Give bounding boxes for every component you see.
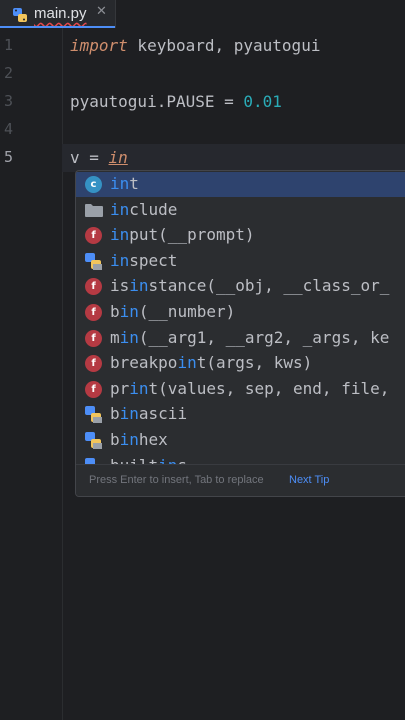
completion-match: in — [110, 225, 130, 245]
completion-item[interactable]: f min(__arg1, __arg2, _args, ke — [76, 326, 405, 351]
editor-tab-bar: main.py ✕ — [0, 0, 405, 28]
completion-match: in — [119, 430, 139, 449]
tab-label: main.py — [34, 5, 87, 22]
typed-text: in — [108, 148, 128, 167]
completion-match: in — [177, 353, 197, 373]
completion-item-label: inspect — [110, 251, 177, 270]
completion-match: in — [119, 404, 139, 424]
completion-suffix: t(values, sep, end, file, — [148, 378, 390, 398]
completion-suffix: (__number) — [138, 302, 236, 321]
completion-item-label: breakpoint(args, kws) — [110, 353, 312, 372]
assignment-target: v = — [70, 148, 109, 167]
completion-item[interactable]: c int — [76, 172, 405, 197]
completion-prefix: m — [110, 327, 120, 347]
next-tip-link[interactable]: Next Tip — [289, 474, 329, 486]
completion-item[interactable]: f input(__prompt) — [76, 223, 405, 248]
import-names: keyboard, pyautogui — [127, 36, 321, 55]
completion-item-label: binascii — [110, 404, 187, 423]
function-icon: f — [85, 227, 102, 245]
completion-suffix: put(__prompt) — [129, 225, 255, 245]
completion-item[interactable]: binascii — [76, 402, 405, 427]
completion-prefix: b — [110, 404, 120, 424]
completion-list[interactable]: c int include f input(__prompt) inspect f isins… — [76, 171, 405, 464]
folder-icon — [85, 203, 103, 217]
completion-item-label: input(__prompt) — [110, 225, 255, 244]
completion-hint: Press Enter to insert, Tab to replace — [89, 474, 264, 486]
function-icon: f — [85, 380, 102, 398]
python-file-icon — [13, 8, 27, 22]
python-module-icon — [85, 252, 102, 270]
number-literal: 0.01 — [243, 92, 282, 111]
keyword-import: import — [70, 36, 128, 55]
completion-item[interactable]: binhex — [76, 428, 405, 453]
completion-item[interactable]: include — [76, 198, 405, 223]
completion-item[interactable]: inspect — [76, 249, 405, 274]
completion-item[interactable]: f print(values, sep, end, file, — [76, 377, 405, 402]
completion-match: in — [110, 250, 130, 270]
code-line-5[interactable]: v = in — [70, 148, 128, 167]
completion-suffix: ascii — [138, 404, 188, 424]
completion-suffix: clude — [129, 199, 178, 219]
completion-suffix: t — [129, 174, 139, 193]
completion-match: in — [129, 378, 149, 398]
completion-item-label: int — [110, 174, 139, 193]
line-number-current: 5 — [4, 148, 14, 166]
completion-match: in — [158, 456, 177, 464]
completion-suffix: s — [177, 456, 187, 464]
completion-prefix: b — [110, 430, 120, 449]
completion-item[interactable]: f breakpoint(args, kws) — [76, 351, 405, 376]
python-module-icon — [85, 432, 102, 449]
python-module-icon — [85, 406, 102, 424]
completion-item-label: bin(__number) — [110, 302, 235, 321]
function-icon: f — [85, 329, 102, 347]
function-icon: f — [85, 355, 102, 373]
completion-suffix: t(args, kws) — [196, 353, 313, 373]
code-line-1[interactable]: import keyboard, pyautogui — [70, 36, 320, 55]
close-icon[interactable]: ✕ — [96, 4, 107, 19]
completion-match: in — [110, 199, 130, 219]
line-number: 3 — [4, 92, 14, 110]
completion-footer: Press Enter to insert, Tab to replace Ne… — [76, 464, 405, 496]
completion-item[interactable]: builtins — [76, 454, 405, 464]
completion-item-label: include — [110, 200, 177, 219]
completion-match: in — [119, 302, 139, 321]
class-icon: c — [85, 176, 102, 193]
completion-item-label: min(__arg1, __arg2, _args, ke — [110, 328, 389, 347]
completion-match: in — [119, 327, 139, 347]
completion-item[interactable]: f isinstance(__obj, __class_or_ — [76, 274, 405, 299]
line-number: 2 — [4, 64, 14, 82]
line-number-gutter: 1 2 3 4 5 — [0, 28, 63, 720]
function-icon: f — [85, 278, 102, 296]
completion-prefix: built — [110, 456, 158, 464]
completion-item-label: builtins — [110, 456, 187, 464]
completion-item-label: isinstance(__obj, __class_or_ — [110, 276, 389, 295]
python-module-icon — [85, 457, 95, 464]
completion-prefix: breakpo — [110, 353, 178, 373]
completion-match: in — [110, 174, 130, 193]
completion-suffix: (__arg1, __arg2, _args, ke — [138, 327, 390, 347]
line-number: 1 — [4, 36, 14, 54]
completion-match: in — [129, 276, 149, 296]
completion-prefix: pr — [110, 378, 130, 398]
assignment-target: pyautogui.PAUSE = — [70, 92, 244, 111]
completion-item-label: print(values, sep, end, file, — [110, 379, 389, 398]
completion-item-label: binhex — [110, 430, 168, 449]
completion-prefix: is — [110, 276, 130, 296]
code-line-3[interactable]: pyautogui.PAUSE = 0.01 — [70, 92, 282, 111]
tab-main-py[interactable]: main.py ✕ — [0, 0, 116, 28]
completion-suffix: stance(__obj, __class_or_ — [148, 276, 390, 296]
completion-suffix: hex — [138, 430, 168, 449]
completion-suffix: spect — [129, 250, 178, 270]
line-number: 4 — [4, 120, 14, 138]
completion-prefix: b — [110, 302, 120, 321]
completion-item[interactable]: f bin(__number) — [76, 300, 405, 325]
code-completion-popup[interactable]: c int include f input(__prompt) inspect f isins… — [75, 170, 405, 497]
function-icon: f — [85, 304, 102, 321]
